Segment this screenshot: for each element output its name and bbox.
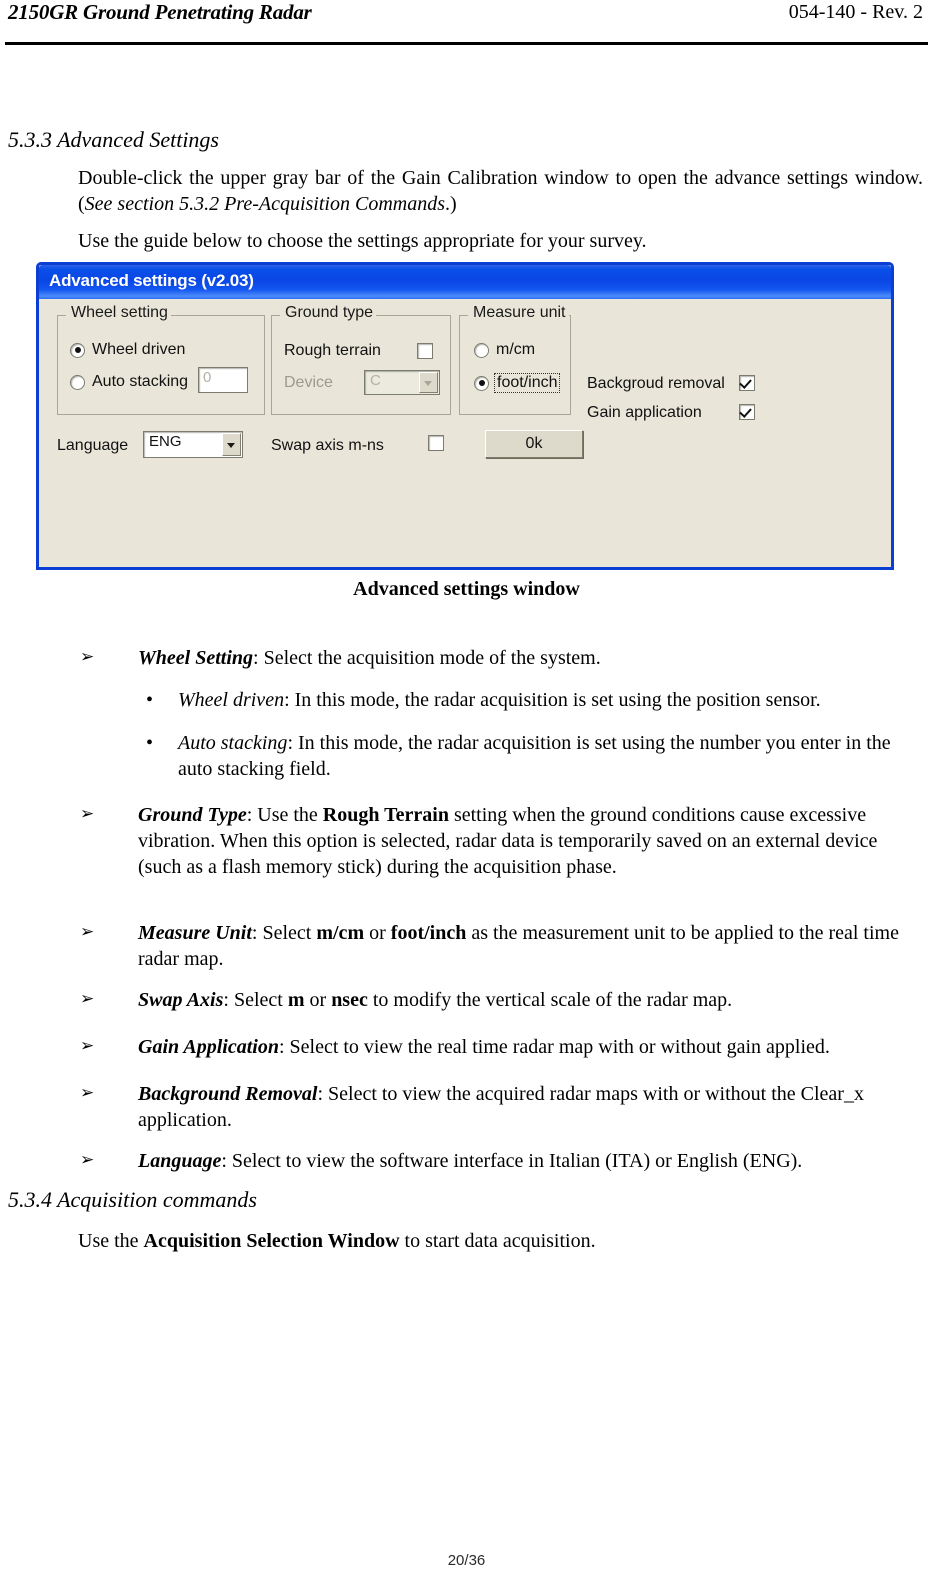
device-combobox-value: C xyxy=(370,372,381,389)
language-combobox-value: ENG xyxy=(149,433,182,450)
swap-axis-label: Swap axis m-ns xyxy=(271,437,384,454)
device-combobox[interactable]: C xyxy=(364,370,440,395)
subbullet-wheel-driven: • Wheel driven: In this mode, the radar … xyxy=(140,687,930,713)
bullet-emph: m xyxy=(287,989,305,1011)
radio-m-cm-icon xyxy=(474,342,489,358)
groupbox-unit-legend: Measure unit xyxy=(470,304,569,322)
intro-text-c: .) xyxy=(444,193,457,215)
bullet-tail: to modify the vertical scale of the rada… xyxy=(367,989,733,1011)
section-heading-533: 5.3.3 Advanced Settings xyxy=(8,127,219,152)
bullet-swap-axis: ➢ Swap Axis: Select m or nsec to modify … xyxy=(80,987,925,1013)
paragraph-acquisition: Use the Acquisition Selection Window to … xyxy=(78,1228,923,1254)
bullet-term: Swap Axis xyxy=(138,989,224,1011)
bullet-term: Measure Unit xyxy=(138,922,252,944)
radio-m-cm[interactable]: m/cm xyxy=(474,341,535,359)
bullet-wheel-setting: ➢ Wheel Setting: Select the acquisition … xyxy=(80,645,925,671)
groupbox-measure-unit: Measure unit m/cm foot/inch xyxy=(459,304,571,415)
radio-m-cm-label: m/cm xyxy=(496,341,536,358)
bullet-gain-application: ➢ Gain Application: Select to view the r… xyxy=(80,1034,925,1060)
radio-wheel-driven[interactable]: Wheel driven xyxy=(70,341,185,359)
gain-application-label: Gain application xyxy=(587,404,702,421)
dialog-title: Advanced settings (v2.03) xyxy=(49,271,254,290)
dialog-body: Wheel setting Wheel driven Auto stacking… xyxy=(39,299,891,567)
groupbox-wheel-setting: Wheel setting Wheel driven Auto stacking… xyxy=(57,304,265,415)
device-label: Device xyxy=(284,374,333,391)
radio-auto-stacking[interactable]: Auto stacking xyxy=(70,373,188,391)
paragraph-intro: Double-click the upper gray bar of the G… xyxy=(78,165,923,217)
subbullet-term: Auto stacking xyxy=(178,732,288,754)
chevron-down-icon xyxy=(222,433,241,456)
groupbox-ground-legend: Ground type xyxy=(282,304,377,322)
acq-text-bold: Acquisition Selection Window xyxy=(143,1230,400,1252)
arrow-bullet-icon: ➢ xyxy=(80,989,95,1008)
radio-wheel-driven-label: Wheel driven xyxy=(92,341,186,358)
bullet-text: : Select to view the software interface … xyxy=(221,1150,803,1172)
bullet-emph2: nsec xyxy=(331,989,368,1011)
rough-terrain-label: Rough terrain xyxy=(284,342,381,359)
bullet-measure-unit: ➢ Measure Unit: Select m/cm or foot/inch… xyxy=(80,920,925,972)
radio-wheel-driven-icon xyxy=(70,342,85,358)
bullet-term: Background Removal xyxy=(138,1083,318,1105)
radio-auto-stacking-label: Auto stacking xyxy=(92,373,189,390)
bullet-emph2: foot/inch xyxy=(390,922,467,944)
rough-terrain-checkbox[interactable] xyxy=(417,343,433,359)
section-heading-534: 5.3.4 Acquisition commands xyxy=(8,1187,257,1212)
bullet-text: : Select to view the real time radar map… xyxy=(278,1036,830,1058)
chevron-down-icon xyxy=(419,372,438,393)
bullet-mid: or xyxy=(364,922,391,944)
background-removal-checkbox[interactable] xyxy=(739,375,755,391)
arrow-bullet-icon: ➢ xyxy=(80,647,95,666)
figure-caption: Advanced settings window xyxy=(353,578,580,600)
bullet-emph: Rough Terrain xyxy=(322,804,449,826)
bullet-term: Wheel Setting xyxy=(138,647,254,669)
bullet-text: : Use the xyxy=(246,804,323,826)
bullet-term: Ground Type xyxy=(138,804,247,826)
subbullet-text: : In this mode, the radar acquisition is… xyxy=(284,689,821,711)
auto-stacking-input[interactable]: 0 xyxy=(198,367,248,393)
groupbox-ground-type: Ground type Rough terrain Device C xyxy=(271,304,451,415)
header-doc-number: 054-140 - Rev. 2 xyxy=(788,1,923,23)
subbullet-auto-stacking: • Auto stacking: In this mode, the radar… xyxy=(140,730,930,782)
page-footer: 20/36 xyxy=(447,1552,486,1569)
subbullet-term: Wheel driven xyxy=(178,689,285,711)
ok-button[interactable]: 0k xyxy=(485,430,583,458)
arrow-bullet-icon: ➢ xyxy=(80,1150,95,1169)
page-header: 2150GR Ground Penetrating Radar 054-140 … xyxy=(0,0,933,50)
arrow-bullet-icon: ➢ xyxy=(80,1036,95,1055)
bullet-background-removal: ➢ Background Removal: Select to view the… xyxy=(80,1081,925,1133)
advanced-settings-dialog: Advanced settings (v2.03) Wheel setting … xyxy=(36,262,894,570)
bullet-text: : Select xyxy=(251,922,317,944)
swap-axis-checkbox[interactable] xyxy=(428,435,444,451)
radio-foot-inch-label: foot/inch xyxy=(494,373,561,393)
header-product-title: 2150GR Ground Penetrating Radar xyxy=(8,0,312,24)
dot-bullet-icon: • xyxy=(146,689,154,711)
radio-foot-inch[interactable]: foot/inch xyxy=(474,373,561,393)
arrow-bullet-icon: ➢ xyxy=(80,804,95,823)
intro-text-italic: See section 5.3.2 Pre-Acquisition Comman… xyxy=(84,193,445,215)
bullet-mid: or xyxy=(304,989,332,1011)
arrow-bullet-icon: ➢ xyxy=(80,1083,95,1102)
bullet-text: : Select xyxy=(223,989,288,1011)
figure-advanced-settings: Advanced settings (v2.03) Wheel setting … xyxy=(36,262,894,570)
gain-application-checkbox[interactable] xyxy=(739,404,755,420)
acq-text-c: to start data acquisition. xyxy=(399,1230,596,1252)
bullet-term: Language xyxy=(138,1150,222,1172)
language-combobox[interactable]: ENG xyxy=(143,431,243,458)
bullet-ground-type: ➢ Ground Type: Use the Rough Terrain set… xyxy=(80,802,925,880)
bullet-language: ➢ Language: Select to view the software … xyxy=(80,1148,925,1174)
bullet-term: Gain Application xyxy=(138,1036,279,1058)
bullet-emph: m/cm xyxy=(316,922,365,944)
radio-foot-inch-icon xyxy=(474,375,489,391)
acq-text-a: Use the xyxy=(78,1230,144,1252)
dialog-titlebar[interactable]: Advanced settings (v2.03) xyxy=(39,265,891,299)
arrow-bullet-icon: ➢ xyxy=(80,922,95,941)
dot-bullet-icon: • xyxy=(146,732,154,754)
bullet-text: : Select the acquisition mode of the sys… xyxy=(253,647,601,669)
header-rule xyxy=(5,42,928,45)
radio-auto-stacking-icon xyxy=(70,374,85,390)
language-label: Language xyxy=(57,437,129,454)
paragraph-guide: Use the guide below to choose the settin… xyxy=(78,230,647,252)
background-removal-label: Backgroud removal xyxy=(587,375,725,392)
groupbox-wheel-legend: Wheel setting xyxy=(68,304,171,322)
